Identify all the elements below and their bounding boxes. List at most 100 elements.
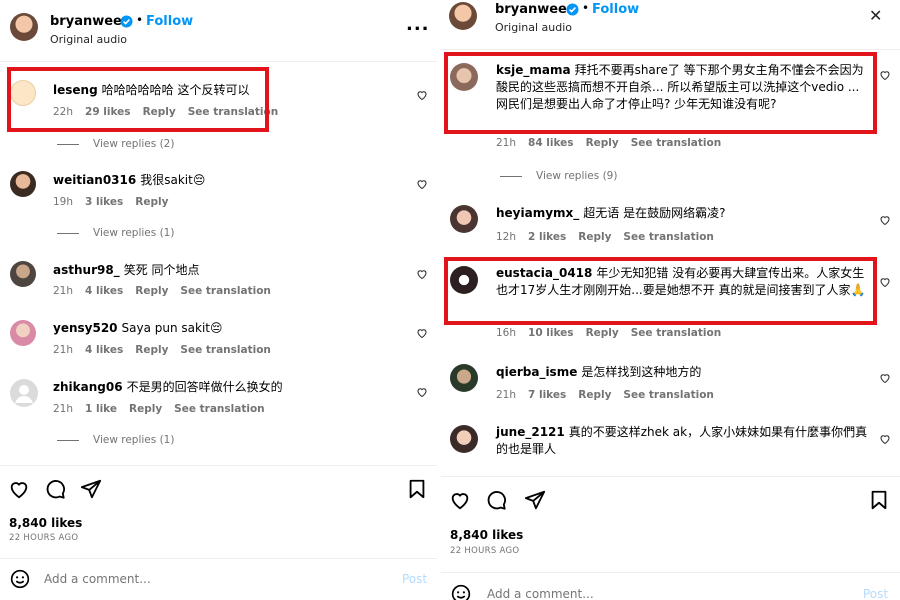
- comment-meta: 12h 2 likes Reply See translation: [496, 231, 726, 243]
- audio-label[interactable]: Original audio: [495, 21, 572, 34]
- post-actions-bar: 8,840 likes 22 HOURS AGO: [441, 476, 900, 568]
- comment-text: asthur98_ 笑死 同个地点: [53, 262, 393, 279]
- view-replies-button[interactable]: View replies (2): [57, 138, 174, 150]
- comment-time: 21h: [53, 403, 74, 415]
- share-paper-plane-icon[interactable]: [80, 478, 102, 500]
- comment-meta: 16h 10 likes Reply See translation: [496, 327, 733, 339]
- more-options-icon[interactable]: ...: [406, 14, 430, 35]
- view-replies-button[interactable]: View replies (1): [57, 227, 174, 239]
- commenter-avatar[interactable]: [450, 364, 478, 392]
- post-comment-button[interactable]: Post: [402, 572, 427, 586]
- comment-likes[interactable]: 4 likes: [85, 344, 123, 356]
- save-bookmark-icon[interactable]: [406, 478, 428, 500]
- reply-button[interactable]: Reply: [578, 231, 611, 243]
- comment-body: 不是男的回答咩做什么换女的: [126, 380, 283, 394]
- reply-button[interactable]: Reply: [129, 403, 162, 415]
- comment-body: 是怎样找到这种地方的: [581, 365, 702, 379]
- emoji-smiley-icon[interactable]: [451, 584, 471, 600]
- follow-button[interactable]: Follow: [146, 14, 193, 29]
- default-avatar-icon[interactable]: [10, 379, 38, 407]
- commenter-avatar[interactable]: [10, 171, 36, 197]
- comment-likes[interactable]: 1 like: [85, 403, 117, 415]
- author-username[interactable]: bryanweee: [495, 2, 576, 17]
- comment-text: june_2121 真的不要这样zhek ak，人家小妹妹如果有什麼事你們真的也是…: [496, 424, 871, 458]
- follow-button[interactable]: Follow: [592, 2, 639, 17]
- comment-likes[interactable]: 4 likes: [85, 285, 123, 297]
- audio-label[interactable]: Original audio: [50, 33, 127, 46]
- post-comment-button[interactable]: Post: [863, 587, 888, 600]
- emoji-smiley-icon[interactable]: [10, 569, 30, 589]
- reply-button[interactable]: Reply: [135, 196, 168, 208]
- reply-button[interactable]: Reply: [135, 285, 168, 297]
- comment-likes[interactable]: 10 likes: [528, 327, 574, 339]
- commenter-username[interactable]: heyiamymx_: [496, 206, 579, 220]
- post-likes-count[interactable]: 8,840 likes: [9, 516, 82, 530]
- author-username[interactable]: bryanweee: [50, 14, 131, 29]
- comment-text: qierba_isme 是怎样找到这种地方的: [496, 364, 871, 381]
- see-translation-button[interactable]: See translation: [180, 344, 270, 356]
- add-comment-bar: Post: [0, 558, 437, 600]
- author-avatar[interactable]: [10, 13, 38, 41]
- see-translation-button[interactable]: See translation: [174, 403, 264, 415]
- commenter-avatar[interactable]: [10, 320, 36, 346]
- comment-text: weitian0316 我很sakit😔: [53, 172, 393, 189]
- comment-meta: 21h 4 likes Reply See translation: [53, 344, 283, 356]
- like-comment-heart-icon[interactable]: [416, 386, 428, 398]
- like-comment-heart-icon[interactable]: [879, 433, 891, 445]
- view-replies-button[interactable]: View replies (9): [500, 170, 617, 182]
- comment-bubble-icon[interactable]: [485, 489, 507, 511]
- commenter-username[interactable]: june_2121: [496, 425, 565, 439]
- commenter-username[interactable]: yensy520: [53, 321, 118, 335]
- view-replies-button[interactable]: View replies (1): [57, 434, 174, 446]
- comment-time: 19h: [53, 196, 74, 208]
- right-post-panel: bryanweee • Follow Original audio ✕ ksje…: [441, 0, 900, 600]
- post-header: bryanweee • Follow Original audio ...: [0, 0, 437, 62]
- reply-button[interactable]: Reply: [586, 327, 619, 339]
- like-comment-heart-icon[interactable]: [879, 372, 891, 384]
- like-heart-icon[interactable]: [449, 489, 471, 511]
- add-comment-input[interactable]: [44, 570, 364, 588]
- save-bookmark-icon[interactable]: [868, 489, 890, 511]
- comment-likes[interactable]: 3 likes: [85, 196, 123, 208]
- see-translation-button[interactable]: See translation: [180, 285, 270, 297]
- comment-meta: 21h 1 like Reply See translation: [53, 403, 277, 415]
- add-comment-input[interactable]: [487, 586, 807, 600]
- commenter-username[interactable]: weitian0316: [53, 173, 136, 187]
- like-heart-icon[interactable]: [8, 478, 30, 500]
- like-comment-heart-icon[interactable]: [416, 178, 428, 190]
- comment-time: 21h: [53, 344, 74, 356]
- post-likes-count[interactable]: 8,840 likes: [450, 528, 523, 542]
- close-icon[interactable]: ✕: [869, 6, 882, 25]
- commenter-username[interactable]: zhikang06: [53, 380, 123, 394]
- comment-time: 21h: [496, 137, 517, 149]
- post-timestamp: 22 HOURS AGO: [450, 546, 520, 556]
- see-translation-button[interactable]: See translation: [623, 389, 713, 401]
- see-translation-button[interactable]: See translation: [623, 231, 713, 243]
- comment-body: Saya pun sakit😔: [121, 321, 223, 335]
- commenter-avatar[interactable]: [450, 425, 478, 453]
- commenter-avatar[interactable]: [10, 261, 36, 287]
- comment-bubble-icon[interactable]: [44, 478, 66, 500]
- like-comment-heart-icon[interactable]: [416, 89, 428, 101]
- commenter-avatar[interactable]: [450, 205, 478, 233]
- share-paper-plane-icon[interactable]: [524, 489, 546, 511]
- see-translation-button[interactable]: See translation: [631, 327, 721, 339]
- like-comment-heart-icon[interactable]: [416, 327, 428, 339]
- like-comment-heart-icon[interactable]: [416, 268, 428, 280]
- see-translation-button[interactable]: See translation: [631, 137, 721, 149]
- separator-dot: •: [136, 13, 144, 27]
- post-timestamp: 22 HOURS AGO: [9, 533, 79, 543]
- comment-likes[interactable]: 7 likes: [528, 389, 566, 401]
- comment-likes[interactable]: 2 likes: [528, 231, 566, 243]
- commenter-username[interactable]: qierba_isme: [496, 365, 577, 379]
- comment-likes[interactable]: 84 likes: [528, 137, 574, 149]
- comment-meta: 19h 3 likes Reply: [53, 196, 180, 208]
- like-comment-heart-icon[interactable]: [879, 69, 891, 81]
- reply-button[interactable]: Reply: [135, 344, 168, 356]
- like-comment-heart-icon[interactable]: [879, 214, 891, 226]
- reply-button[interactable]: Reply: [578, 389, 611, 401]
- commenter-username[interactable]: asthur98_: [53, 263, 120, 277]
- author-avatar[interactable]: [449, 2, 477, 30]
- like-comment-heart-icon[interactable]: [879, 276, 891, 288]
- reply-button[interactable]: Reply: [586, 137, 619, 149]
